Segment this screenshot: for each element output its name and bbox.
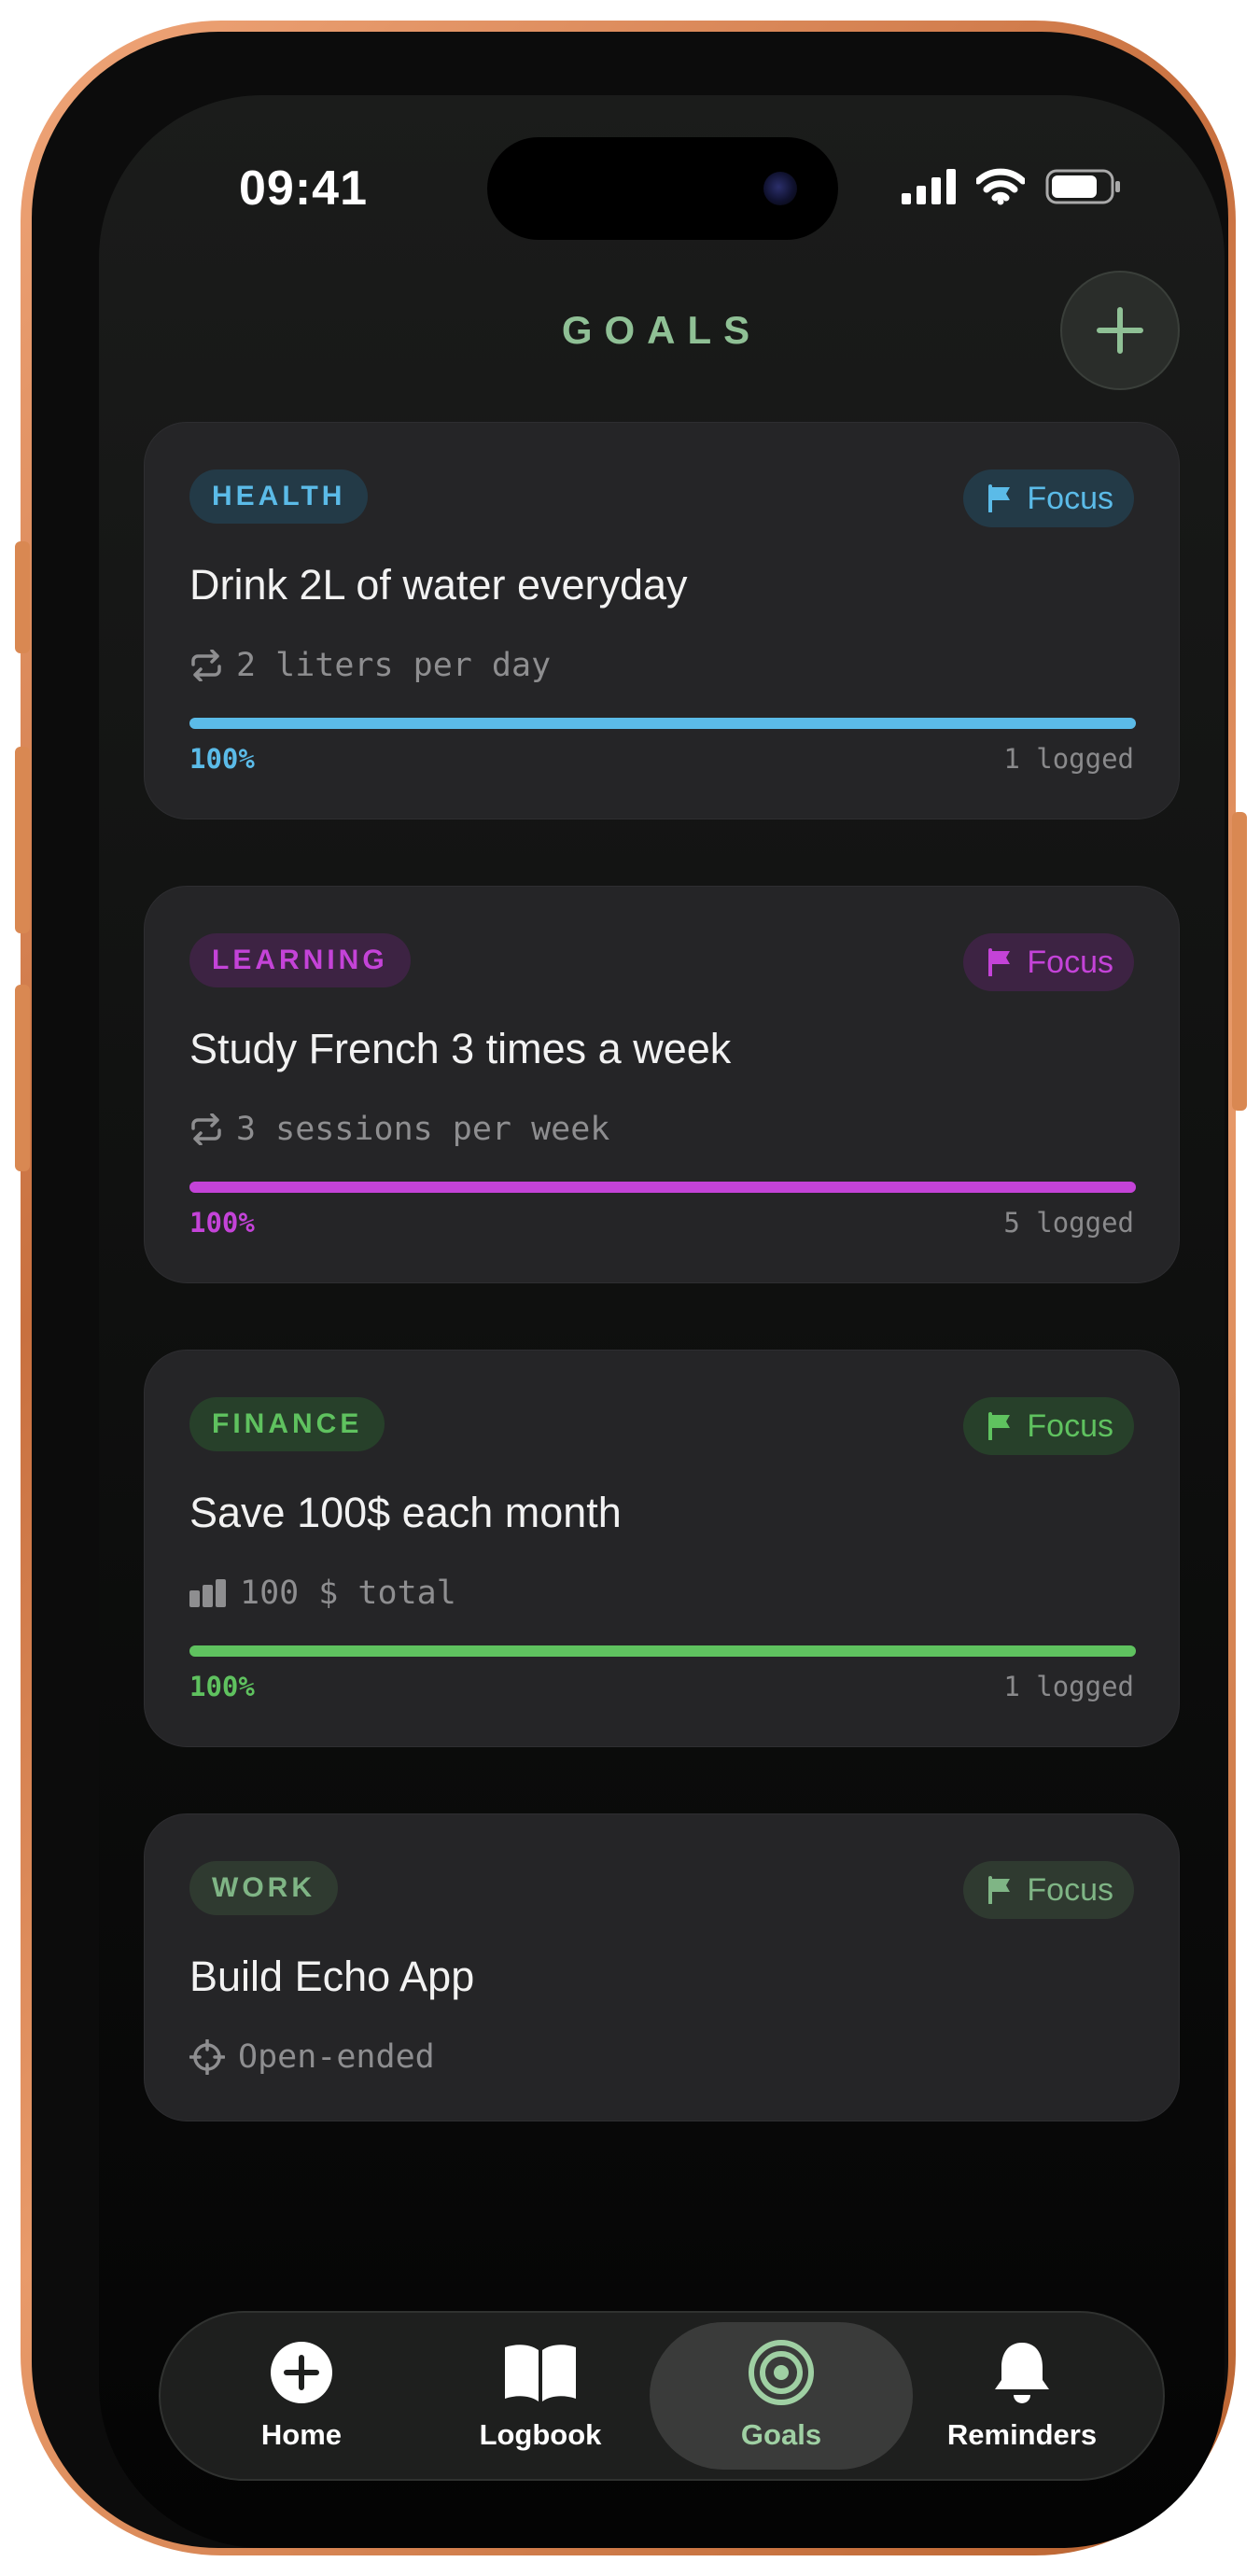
bar-chart-icon bbox=[189, 1579, 226, 1607]
book-icon bbox=[505, 2345, 576, 2401]
logged-count: 5 logged bbox=[1003, 1207, 1134, 1239]
phone-bezel: 09:41 GOALS HEALTH Focus Drink 2L of wat… bbox=[32, 32, 1228, 2548]
goal-title: Save 100$ each month bbox=[189, 1489, 622, 1536]
goal-title: Build Echo App bbox=[189, 1953, 475, 2000]
tab-home[interactable]: Home bbox=[170, 2322, 433, 2470]
category-badge: WORK bbox=[189, 1861, 338, 1915]
repeat-icon bbox=[191, 1113, 221, 1145]
battery-icon bbox=[1045, 169, 1120, 204]
progress-percent: 100% bbox=[189, 743, 255, 775]
goal-target: Open-ended bbox=[189, 2038, 435, 2076]
goal-title: Study French 3 times a week bbox=[189, 1025, 732, 1072]
category-badge: HEALTH bbox=[189, 469, 369, 524]
tab-logbook[interactable]: Logbook bbox=[409, 2322, 672, 2470]
goal-title: Drink 2L of water everyday bbox=[189, 561, 688, 609]
tab-bar: Home Logbook Goals Reminders bbox=[159, 2311, 1165, 2481]
goal-card[interactable]: WORK Focus Build Echo App Open-ended bbox=[144, 1813, 1180, 2121]
status-time: 09:41 bbox=[239, 161, 368, 216]
volume-down-button bbox=[15, 985, 30, 1171]
focus-button[interactable]: Focus bbox=[963, 1861, 1134, 1919]
action-button bbox=[15, 541, 30, 653]
flag-icon bbox=[988, 948, 1011, 976]
repeat-icon bbox=[191, 650, 221, 681]
focus-label: Focus bbox=[1027, 1871, 1113, 1908]
tab-reminders[interactable]: Reminders bbox=[890, 2322, 1154, 2470]
goal-card[interactable]: HEALTH Focus Drink 2L of water everyday 2 l… bbox=[144, 422, 1180, 819]
progress-percent: 100% bbox=[189, 1671, 255, 1702]
progress-bar bbox=[189, 1645, 1136, 1657]
progress-fill bbox=[189, 1645, 1136, 1657]
goal-target: 100 $ total bbox=[189, 1575, 456, 1612]
focus-button[interactable]: Focus bbox=[963, 469, 1134, 527]
tab-label: Goals bbox=[740, 2418, 822, 2451]
progress-fill bbox=[189, 718, 1136, 729]
wifi-icon bbox=[976, 168, 1025, 205]
focus-label: Focus bbox=[1027, 480, 1113, 516]
goal-target-text: 100 $ total bbox=[240, 1575, 456, 1612]
page-title: GOALS bbox=[561, 308, 763, 352]
focus-button[interactable]: Focus bbox=[963, 1397, 1134, 1455]
crosshair-icon bbox=[189, 2039, 225, 2075]
add-goal-button[interactable] bbox=[1060, 271, 1180, 390]
category-badge: FINANCE bbox=[189, 1397, 385, 1451]
focus-label: Focus bbox=[1027, 1407, 1113, 1444]
tab-label: Reminders bbox=[946, 2418, 1098, 2451]
goal-target: 2 liters per day bbox=[189, 647, 551, 684]
plus-icon bbox=[1097, 307, 1143, 354]
power-button bbox=[1232, 812, 1247, 1111]
flag-icon bbox=[988, 484, 1011, 512]
screen: 09:41 GOALS HEALTH Focus Drink 2L of wat… bbox=[99, 95, 1225, 2548]
bell-icon bbox=[995, 2343, 1049, 2403]
tab-label: Logbook bbox=[479, 2418, 602, 2451]
category-badge: LEARNING bbox=[189, 933, 411, 987]
tab-goals[interactable]: Goals bbox=[650, 2322, 913, 2470]
goal-target: 3 sessions per week bbox=[189, 1111, 609, 1148]
flag-icon bbox=[988, 1876, 1011, 1904]
goal-card[interactable]: FINANCE Focus Save 100$ each month 100 $ to… bbox=[144, 1350, 1180, 1747]
status-icons bbox=[902, 168, 1122, 205]
signal-icon bbox=[902, 169, 956, 204]
dynamic-island bbox=[487, 137, 838, 240]
progress-fill bbox=[189, 1182, 1136, 1193]
goal-target-text: 2 liters per day bbox=[236, 647, 552, 684]
progress-bar bbox=[189, 1182, 1136, 1193]
goal-card[interactable]: LEARNING Focus Study French 3 times a week… bbox=[144, 886, 1180, 1283]
goal-target-text: 3 sessions per week bbox=[236, 1111, 610, 1148]
focus-button[interactable]: Focus bbox=[963, 933, 1134, 991]
camera-icon bbox=[763, 172, 797, 205]
flag-icon bbox=[988, 1412, 1011, 1440]
focus-label: Focus bbox=[1027, 944, 1113, 980]
progress-bar bbox=[189, 718, 1136, 729]
logged-count: 1 logged bbox=[1003, 743, 1134, 775]
logged-count: 1 logged bbox=[1003, 1671, 1134, 1702]
target-icon bbox=[749, 2340, 814, 2405]
goal-target-text: Open-ended bbox=[238, 2038, 435, 2076]
plus-circle-icon bbox=[271, 2342, 332, 2403]
progress-percent: 100% bbox=[189, 1207, 255, 1239]
volume-up-button bbox=[15, 747, 30, 933]
tab-label: Home bbox=[260, 2418, 343, 2451]
